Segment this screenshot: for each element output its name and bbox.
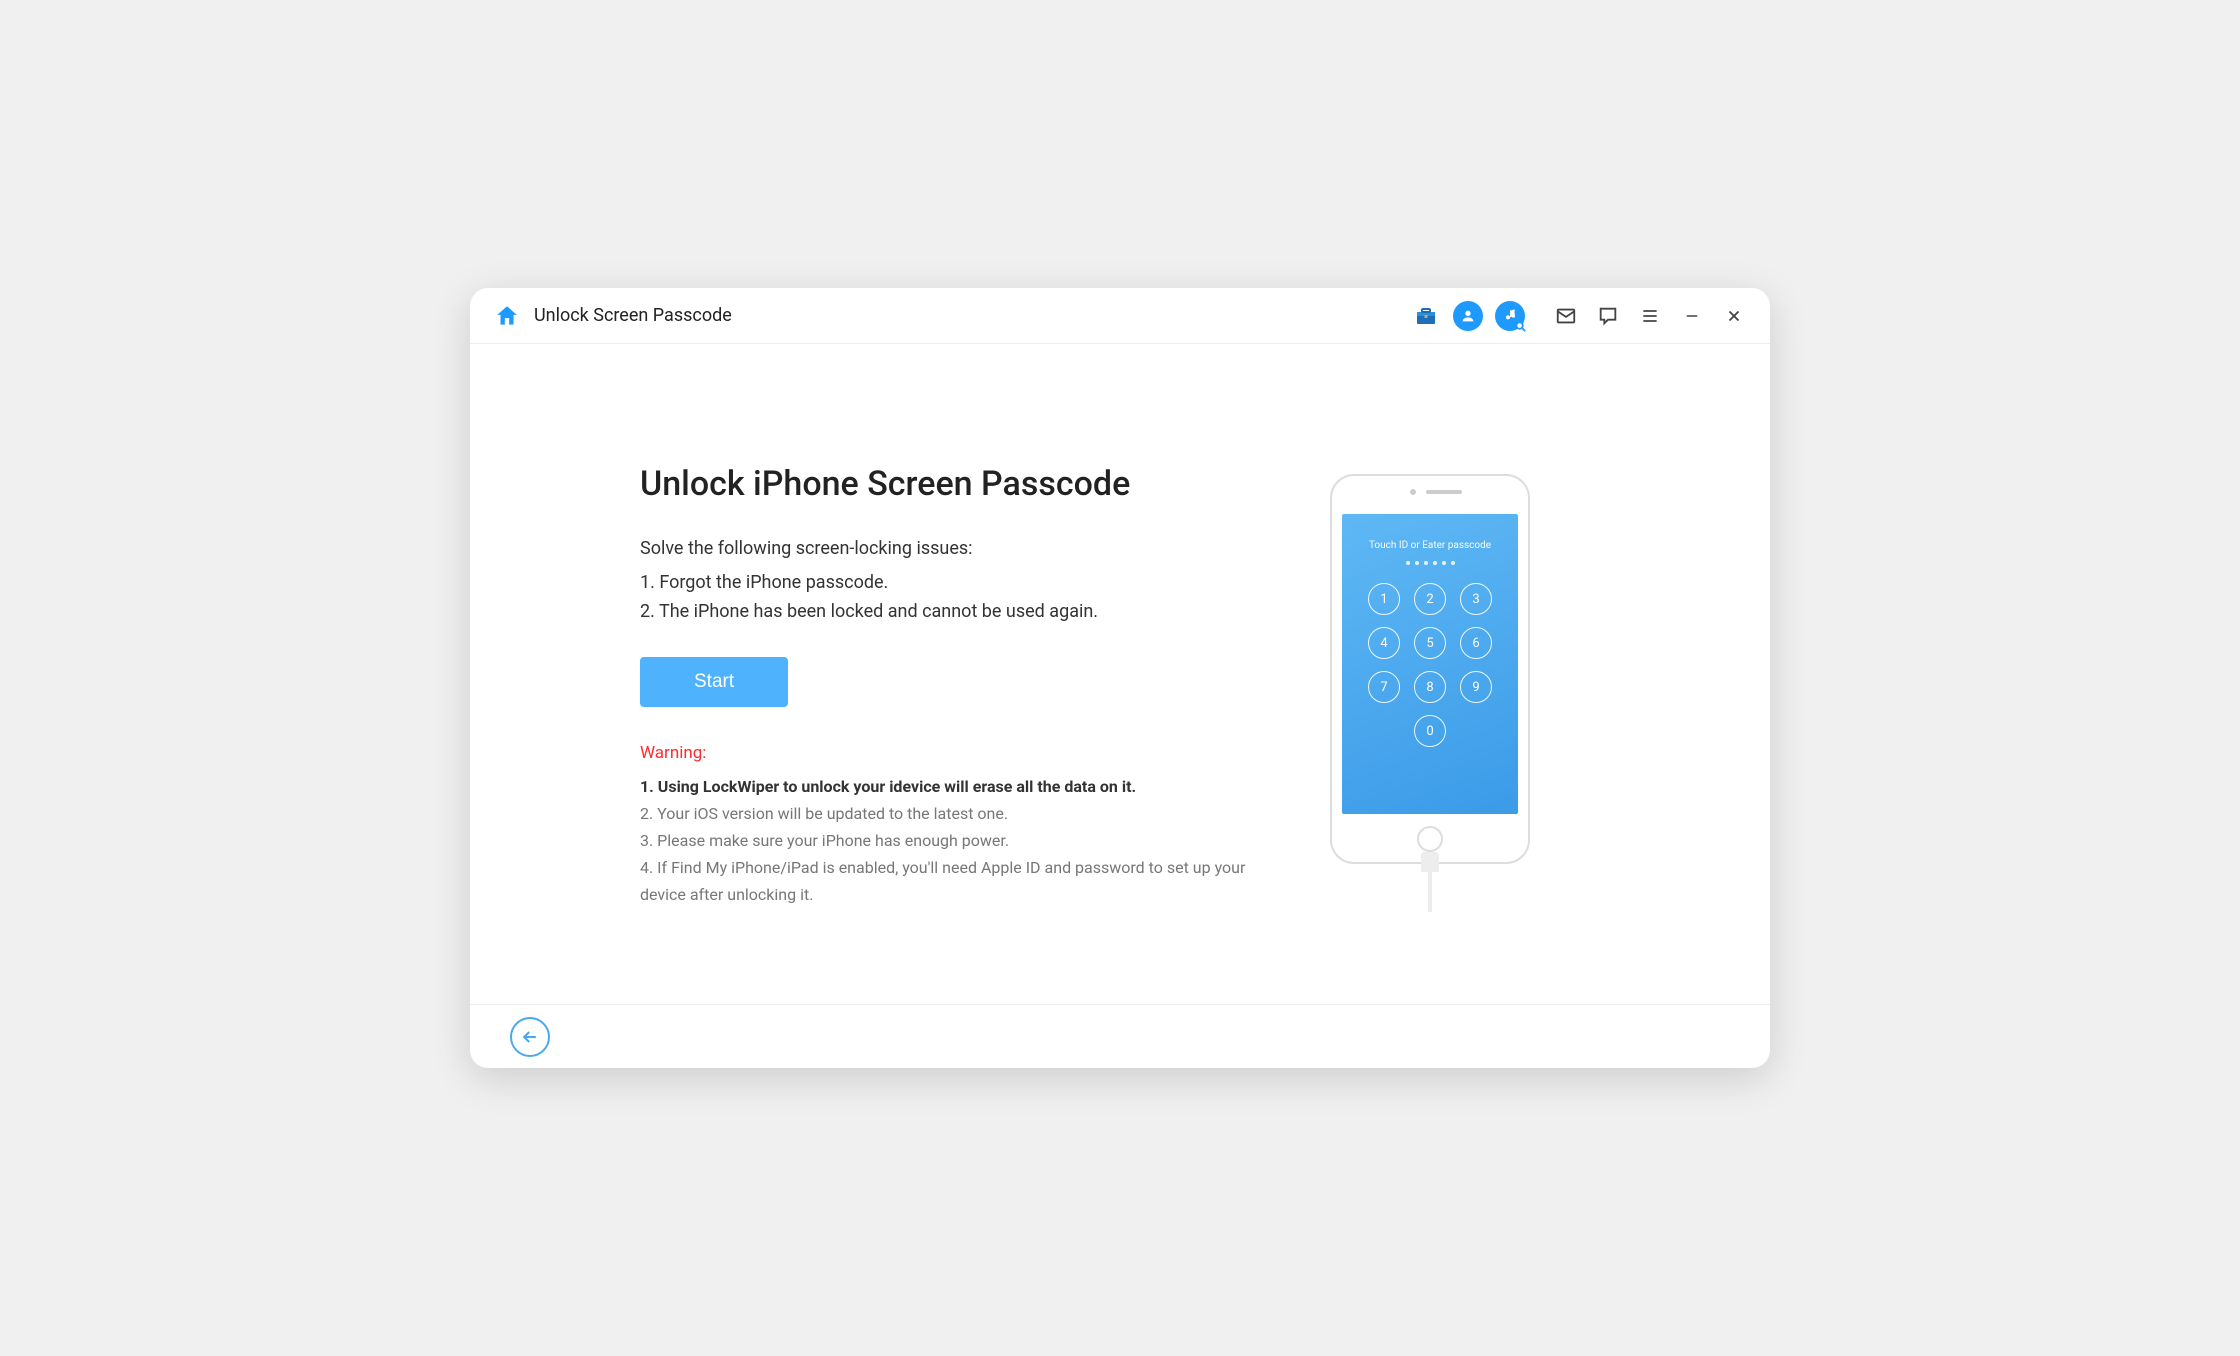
issue-item: 1. Forgot the iPhone passcode. [640,569,1280,598]
keypad-key: 6 [1460,627,1492,659]
issue-item: 2. The iPhone has been locked and cannot… [640,598,1280,627]
keypad-key: 3 [1460,583,1492,615]
main-heading: Unlock iPhone Screen Passcode [640,464,1280,504]
issues-list: 1. Forgot the iPhone passcode. 2. The iP… [640,569,1280,627]
mail-icon[interactable] [1548,298,1584,334]
start-button[interactable]: Start [640,657,788,707]
content-right: Touch ID or Eater passcode 1 2 3 4 5 6 7… [1280,464,1580,964]
warning-item: 1. Using LockWiper to unlock your idevic… [640,773,1280,800]
page-title: Unlock Screen Passcode [534,305,732,326]
toolbox-icon[interactable] [1408,298,1444,334]
warning-label: Warning: [640,743,1280,763]
phone-screen: Touch ID or Eater passcode 1 2 3 4 5 6 7… [1342,514,1518,814]
feedback-icon[interactable] [1590,298,1626,334]
warning-item: 2. Your iOS version will be updated to t… [640,800,1280,827]
subheading: Solve the following screen-locking issue… [640,538,1280,559]
phone-illustration: Touch ID or Eater passcode 1 2 3 4 5 6 7… [1330,474,1530,864]
menu-icon[interactable] [1632,298,1668,334]
keypad-key: 2 [1414,583,1446,615]
account-icon[interactable] [1450,298,1486,334]
warning-item: 3. Please make sure your iPhone has enou… [640,827,1280,854]
keypad-key: 1 [1368,583,1400,615]
content-left: Unlock iPhone Screen Passcode Solve the … [640,464,1280,964]
footer [470,1004,1770,1068]
keypad-key: 9 [1460,671,1492,703]
keypad-key: 7 [1368,671,1400,703]
music-search-icon[interactable] [1492,298,1528,334]
app-window: Unlock Screen Passcode Unlock iPhone S [470,288,1770,1068]
titlebar: Unlock Screen Passcode [470,288,1770,344]
main-content: Unlock iPhone Screen Passcode Solve the … [470,344,1770,1004]
home-icon[interactable] [494,303,520,329]
phone-keypad: 1 2 3 4 5 6 7 8 9 0 [1368,583,1492,747]
keypad-key: 0 [1414,715,1446,747]
minimize-button[interactable] [1674,298,1710,334]
phone-screen-text: Touch ID or Eater passcode [1369,540,1491,551]
back-button[interactable] [510,1017,550,1057]
warning-item: 4. If Find My iPhone/iPad is enabled, yo… [640,854,1280,908]
cable-icon [1421,852,1439,912]
close-button[interactable] [1716,298,1752,334]
keypad-key: 8 [1414,671,1446,703]
keypad-key: 5 [1414,627,1446,659]
keypad-key: 4 [1368,627,1400,659]
